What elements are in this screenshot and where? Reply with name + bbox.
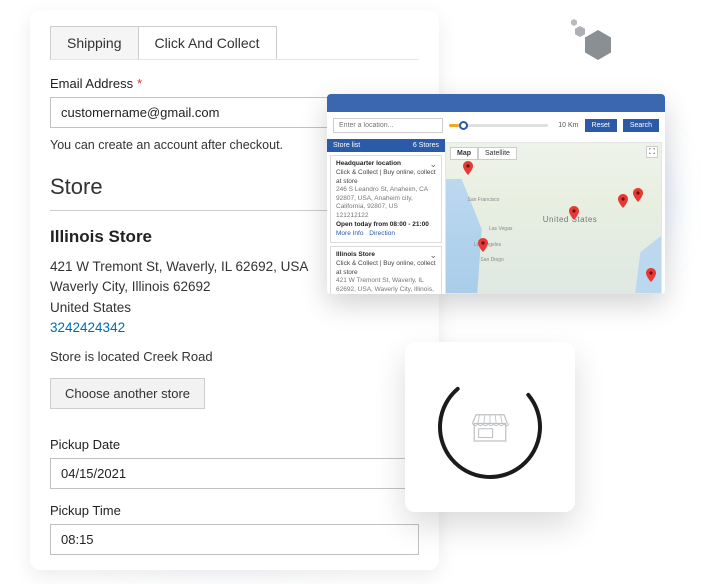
store-item-hours: Open today from 08:00 - 21:00 xyxy=(336,221,436,229)
store-item-addr: 421 W Tremont St, Waverly, IL 62692, USA… xyxy=(336,277,436,294)
city-label: Las Vegas xyxy=(489,226,512,232)
more-info-link[interactable]: More Info xyxy=(336,230,363,237)
store-locator-panel: 10 Km Reset Search Store list 6 Stores ⌄… xyxy=(327,94,665,294)
storefront-icon xyxy=(469,409,511,445)
pickup-time-label: Pickup Time xyxy=(50,503,419,518)
ocean-decoration xyxy=(635,236,661,293)
pickup-time-field[interactable] xyxy=(50,524,419,555)
chevron-down-icon: ⌄ xyxy=(429,159,437,171)
store-item-tag: Click & Collect | Buy online, collect at… xyxy=(336,169,436,186)
store-list-item[interactable]: ⌄ Headquarter location Click & Collect |… xyxy=(330,155,442,243)
selected-store-note: Store is located Creek Road xyxy=(50,349,419,364)
store-item-tag: Click & Collect | Buy online, collect at… xyxy=(336,260,436,277)
direction-link[interactable]: Direction xyxy=(369,230,395,237)
location-input[interactable] xyxy=(333,118,443,133)
choose-another-store-button[interactable]: Choose another store xyxy=(50,378,205,409)
reset-button[interactable]: Reset xyxy=(585,119,617,132)
search-button[interactable]: Search xyxy=(623,119,659,132)
map-pin-icon[interactable] xyxy=(633,188,643,202)
store-count: 6 Stores xyxy=(413,142,439,149)
breadcrumb xyxy=(333,100,335,107)
city-label: San Francisco xyxy=(468,197,500,203)
distance-label: 10 Km xyxy=(558,122,578,129)
store-list-header: Store list 6 Stores xyxy=(327,139,445,152)
store-item-title: Headquarter location xyxy=(336,160,436,168)
fullscreen-icon[interactable]: ⛶ xyxy=(646,146,658,158)
tab-click-and-collect[interactable]: Click And Collect xyxy=(139,26,277,59)
map-type-map-button[interactable]: Map xyxy=(450,147,478,160)
loading-spinner xyxy=(436,373,544,481)
city-label: San Diego xyxy=(480,257,503,263)
selected-store-phone[interactable]: 3242424342 xyxy=(50,320,419,335)
shipping-tabs: Shipping Click And Collect xyxy=(50,26,419,60)
store-locator-header xyxy=(327,94,665,112)
pickup-date-field[interactable] xyxy=(50,458,419,489)
map-canvas[interactable]: Map Satellite ⛶ United States San Franci… xyxy=(445,142,662,294)
map-pin-icon[interactable] xyxy=(646,268,656,282)
store-item-phone: 121212122 xyxy=(336,212,436,220)
store-list: Store list 6 Stores ⌄ Headquarter locati… xyxy=(327,139,445,294)
store-locator-search-row: 10 Km Reset Search xyxy=(327,112,665,139)
map-type-satellite-button[interactable]: Satellite xyxy=(478,147,517,160)
distance-slider[interactable] xyxy=(449,124,548,127)
map-pin-icon[interactable] xyxy=(463,161,473,175)
tab-shipping[interactable]: Shipping xyxy=(50,26,139,59)
required-asterisk: * xyxy=(137,76,142,91)
pickup-date-label: Pickup Date xyxy=(50,437,419,452)
map-pin-icon[interactable] xyxy=(618,194,628,208)
email-label: Email Address* xyxy=(50,76,419,91)
selected-store-addr3: United States xyxy=(50,298,419,318)
store-list-title: Store list xyxy=(333,142,360,149)
store-list-item[interactable]: ⌄ Illinois Store Click & Collect | Buy o… xyxy=(330,246,442,294)
loading-card xyxy=(405,342,575,512)
map-pin-icon[interactable] xyxy=(569,206,579,220)
store-item-addr: 246 S Leandro St, Anaheim, CA 92807, USA… xyxy=(336,186,436,211)
store-item-title: Illinois Store xyxy=(336,251,436,259)
chevron-down-icon: ⌄ xyxy=(429,250,437,262)
map-pin-icon[interactable] xyxy=(478,238,488,252)
